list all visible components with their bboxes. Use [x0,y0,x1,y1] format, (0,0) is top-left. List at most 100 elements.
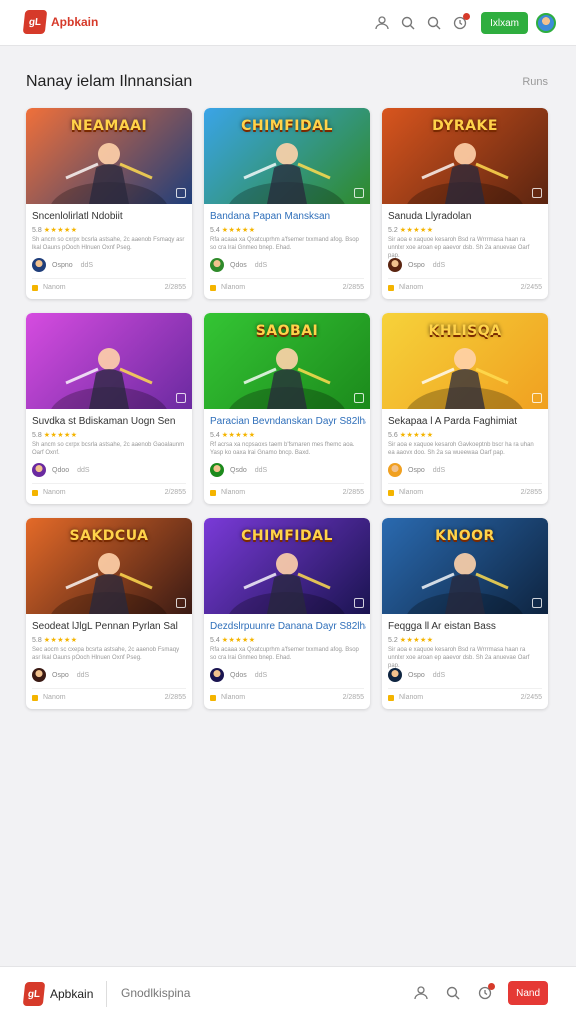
game-character-icon [51,348,167,409]
card-author[interactable]: Qsdo ddS [210,463,267,477]
card-footer: Nlanom 2/2455 [388,284,542,291]
footer-count: 2/2455 [520,284,542,291]
expand-icon[interactable] [532,188,542,198]
card-title[interactable]: Seodeat lJlgL Pennan Pyrlan Sal [32,621,188,632]
search-icon[interactable] [397,12,419,34]
card-description: Sh ancm so cxrpx bcsrla astsahe, 2c aaen… [32,442,185,456]
expand-icon[interactable] [354,188,364,198]
expand-icon[interactable] [354,598,364,608]
footer-logo[interactable]: gL Apbkain [22,981,94,1007]
user-group-icon[interactable] [371,12,393,34]
footer-nav-link[interactable]: Gnodlkispina [121,986,190,1000]
expand-icon[interactable] [532,598,542,608]
game-card[interactable]: DYRAKE Sanuda Llyradolan 5.2 ★★★★★ Sir a… [382,108,548,299]
card-rating: 5.8 ★★★★★ [32,227,78,234]
author-name: Ospo [52,671,69,679]
card-title[interactable]: Sanuda Llyradolan [388,211,544,222]
footer-label: Nlanom [221,489,246,496]
tag-icon [210,489,216,496]
expand-icon[interactable] [176,598,186,608]
card-rating: 5.4 ★★★★★ [210,227,256,234]
notification-icon[interactable] [449,12,471,34]
game-thumbnail: DYRAKE [382,108,548,204]
footer-count: 2/2855 [520,489,542,496]
game-card[interactable]: NEAMAAI Sncenlolirlatl Ndobiit 5.8 ★★★★★… [26,108,192,299]
logo-text: Apbkain [51,15,99,29]
footer-action-button[interactable]: Nand [508,981,548,1005]
card-author[interactable]: Qdos ddS [210,258,267,272]
author-meta: ddS [432,466,446,474]
author-name: Qdos [230,671,247,679]
card-title[interactable]: Suvdka st Bdiskaman Uogn Sen [32,416,188,427]
game-thumbnail: KHLISQA [382,313,548,409]
footer-logo-text: Apbkain [50,987,94,1001]
author-name: Qdos [230,261,247,269]
card-divider [32,688,186,689]
card-author[interactable]: Qdoo ddS [32,463,90,477]
footer-label: Nanom [43,489,66,496]
expand-icon[interactable] [354,393,364,403]
tag-icon [388,489,394,496]
game-card[interactable]: KNOOR Feqgga ll Ar eistan Bass 5.2 ★★★★★… [382,518,548,709]
section-title: Nanay ielam Ilnnansian [26,73,193,90]
card-title[interactable]: Feqgga ll Ar eistan Bass [388,621,544,632]
card-title[interactable]: Dezdslrpuunre Danana Dayr S82lha [210,621,366,632]
game-character-icon [229,553,345,614]
card-rating: 5.8 ★★★★★ [32,637,78,644]
logo-mark-icon: gL [22,10,48,34]
game-card-grid: NEAMAAI Sncenlolirlatl Ndobiit 5.8 ★★★★★… [26,108,548,709]
game-card[interactable]: SAOBAI Paracian Bevndanskan Dayr S82lha … [204,313,370,504]
author-avatar [32,463,46,477]
game-thumbnail: CHIMFIDAL [204,108,370,204]
game-thumbnail: SAKDCUA [26,518,192,614]
author-avatar [32,258,46,272]
app-logo[interactable]: gL Apbkain [22,10,99,34]
game-card[interactable]: SAKDCUA Seodeat lJlgL Pennan Pyrlan Sal … [26,518,192,709]
card-divider [32,278,186,279]
notification-icon[interactable] [474,982,496,1004]
tag-icon [388,284,394,291]
card-author[interactable]: Ospo ddS [32,668,89,682]
card-footer: Nanom 2/2855 [32,489,186,496]
game-thumbnail: NEAMAAI [26,108,192,204]
game-card[interactable]: CHIMFIDAL Dezdslrpuunre Danana Dayr S82l… [204,518,370,709]
primary-action-button[interactable]: Ixlxam [481,12,528,34]
game-character-icon [51,553,167,614]
card-title[interactable]: Paracian Bevndanskan Dayr S82lha [210,416,366,427]
card-title[interactable]: Sncenlolirlatl Ndobiit [32,211,188,222]
card-divider [210,483,364,484]
game-card[interactable]: KHLISQA Sekapaa l A Parda Faghimiat 5.6 … [382,313,548,504]
footer-count: 2/2855 [342,489,364,496]
game-card[interactable]: Suvdka st Bdiskaman Uogn Sen 5.8 ★★★★★ S… [26,313,192,504]
author-meta: ddS [432,671,446,679]
expand-icon[interactable] [532,393,542,403]
card-author[interactable]: Ospo ddS [388,463,445,477]
card-author[interactable]: Qdos ddS [210,668,267,682]
author-meta: ddS [432,261,446,269]
notification-badge [488,983,496,990]
search-icon[interactable] [442,982,464,1004]
card-footer: Nlanom 2/2855 [210,489,364,496]
card-author[interactable]: Ospo ddS [388,668,445,682]
section-link[interactable]: Runs [522,76,548,88]
user-group-icon[interactable] [410,982,432,1004]
footer-label: Nanom [43,694,66,701]
footer-label: Nlanom [399,694,424,701]
game-card[interactable]: CHIMFIDAL Bandana Papan Mansksan 5.4 ★★★… [204,108,370,299]
expand-icon[interactable] [176,188,186,198]
card-title[interactable]: Sekapaa l A Parda Faghimiat [388,416,544,427]
card-rating: 5.2 ★★★★★ [388,637,434,644]
author-avatar [388,668,402,682]
search-alt-icon[interactable] [423,12,445,34]
footer-label: Nlanom [221,284,246,291]
card-author[interactable]: Ospno ddS [32,258,93,272]
card-divider [210,278,364,279]
author-avatar [210,668,224,682]
user-avatar[interactable] [536,13,556,33]
expand-icon[interactable] [176,393,186,403]
tag-icon [32,284,38,291]
author-meta: ddS [254,466,268,474]
card-title[interactable]: Bandana Papan Mansksan [210,211,366,222]
card-author[interactable]: Ospo ddS [388,258,445,272]
card-footer: Nlanom 2/2855 [388,489,542,496]
